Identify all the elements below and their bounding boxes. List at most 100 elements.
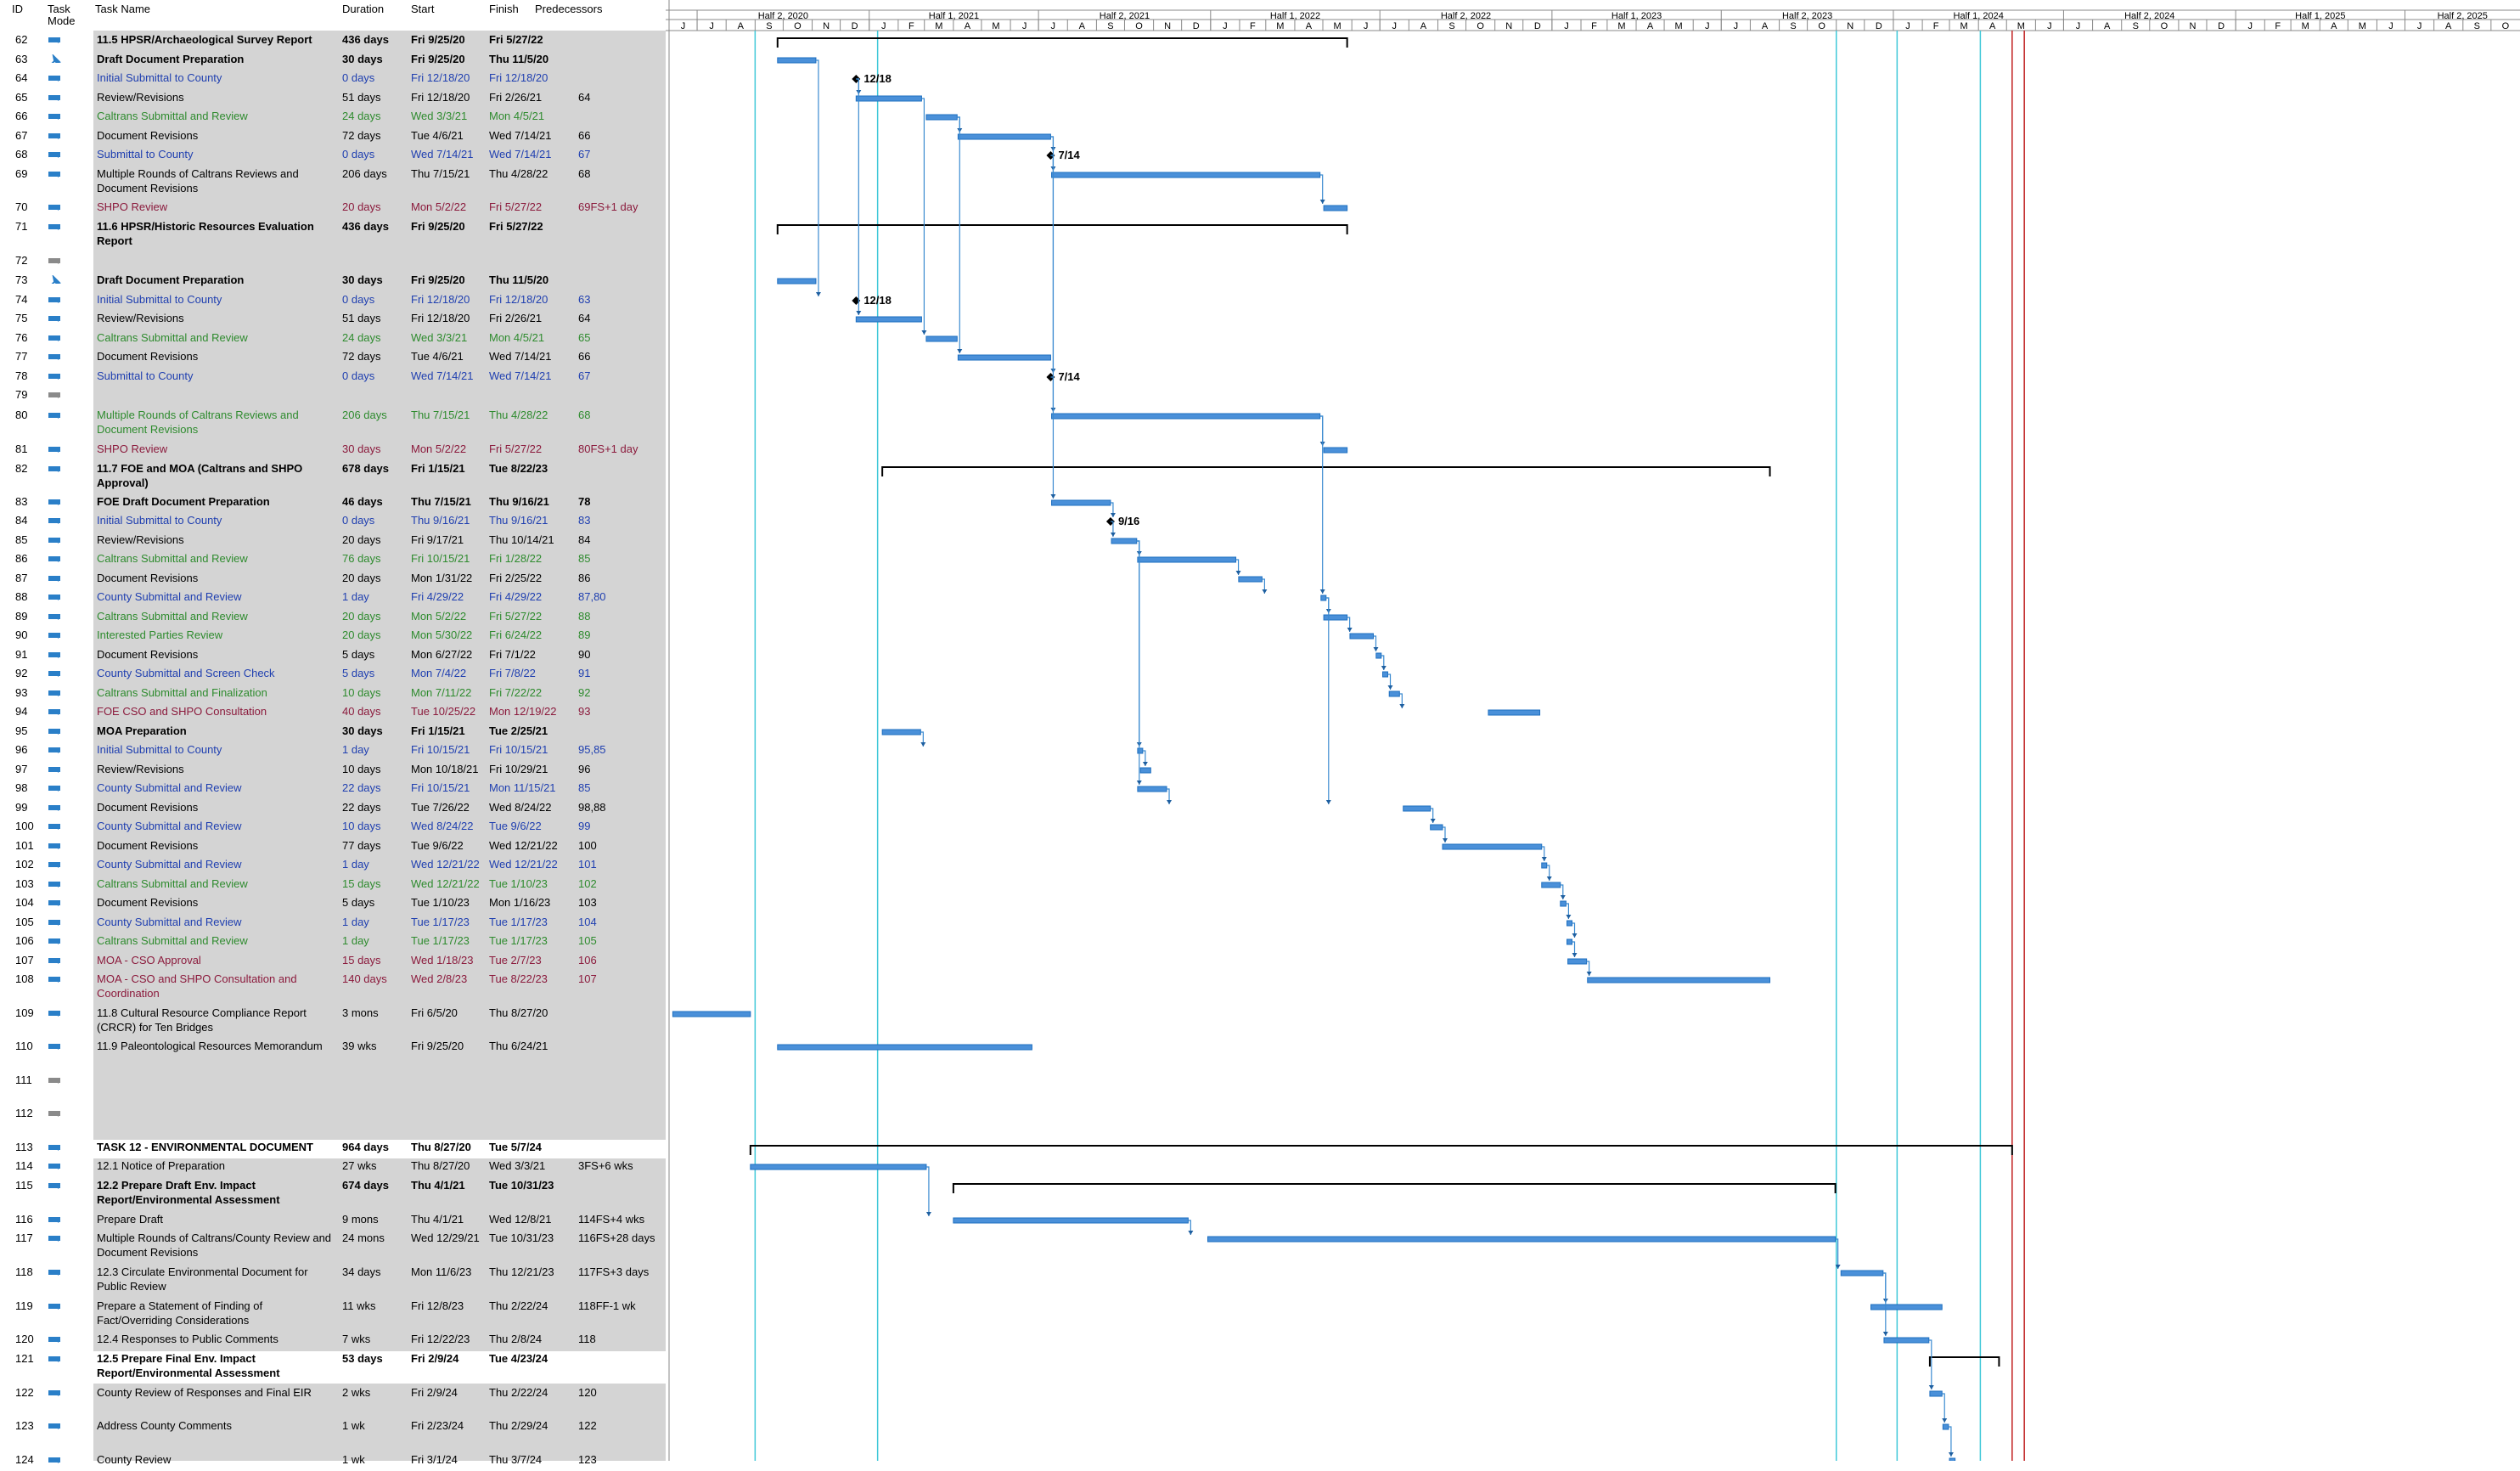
- task-duration[interactable]: 3 mons: [342, 1006, 379, 1020]
- task-predecessors[interactable]: 67: [578, 369, 590, 383]
- task-predecessors[interactable]: 86: [578, 571, 590, 585]
- task-name[interactable]: County Submittal and Screen Check: [97, 666, 338, 680]
- task-duration[interactable]: 15 days: [342, 953, 381, 967]
- task-predecessors[interactable]: 68: [578, 408, 590, 422]
- task-duration[interactable]: 20 days: [342, 533, 381, 547]
- task-start[interactable]: Mon 7/4/22: [411, 666, 466, 680]
- task-name[interactable]: Caltrans Submittal and Review: [97, 109, 338, 123]
- task-duration[interactable]: 10 days: [342, 685, 381, 700]
- task-name[interactable]: Multiple Rounds of Caltrans Reviews and …: [97, 408, 338, 437]
- task-start[interactable]: Thu 7/15/21: [411, 166, 470, 181]
- task-name[interactable]: Initial Submittal to County: [97, 513, 338, 527]
- task-duration[interactable]: 20 days: [342, 571, 381, 585]
- task-finish[interactable]: Fri 5/27/22: [489, 32, 543, 47]
- table-row[interactable]: 99 Document Revisions 22 days Tue 7/26/22 We…: [0, 800, 666, 819]
- header-id[interactable]: ID: [12, 3, 23, 15]
- task-name[interactable]: 12.2 Prepare Draft Env. Impact Report/En…: [97, 1178, 338, 1207]
- task-duration[interactable]: 77 days: [342, 838, 381, 853]
- task-start[interactable]: Wed 8/24/22: [411, 819, 473, 833]
- task-predecessors[interactable]: 105: [578, 933, 597, 948]
- task-duration[interactable]: 15 days: [342, 876, 381, 891]
- table-row[interactable]: 71 11.6 HPSR/Historic Resources Evaluatio…: [0, 219, 666, 251]
- table-row[interactable]: 68 Submittal to County 0 days Wed 7/14/21 We…: [0, 147, 666, 166]
- task-predecessors[interactable]: 3FS+6 wks: [578, 1158, 633, 1173]
- table-row[interactable]: 65 Review/Revisions 51 days Fri 12/18/20 Fri…: [0, 90, 666, 109]
- task-finish[interactable]: Fri 5/27/22: [489, 200, 542, 214]
- task-name[interactable]: County Review: [97, 1452, 338, 1467]
- task-duration[interactable]: 5 days: [342, 647, 374, 662]
- task-duration[interactable]: 20 days: [342, 200, 381, 214]
- task-finish[interactable]: Thu 11/5/20: [489, 52, 548, 66]
- task-name[interactable]: 11.7 FOE and MOA (Caltrans and SHPO Appr…: [97, 461, 338, 490]
- task-predecessors[interactable]: 122: [578, 1418, 597, 1433]
- task-start[interactable]: Fri 2/9/24: [411, 1351, 458, 1366]
- task-finish[interactable]: Thu 4/28/22: [489, 408, 548, 422]
- task-finish[interactable]: Thu 2/8/24: [489, 1332, 542, 1346]
- task-predecessors[interactable]: 66: [578, 128, 590, 143]
- task-start[interactable]: Fri 12/22/23: [411, 1332, 470, 1346]
- table-row[interactable]: 114 12.1 Notice of Preparation 27 wks Thu 8…: [0, 1158, 666, 1177]
- task-finish[interactable]: Fri 10/15/21: [489, 742, 548, 757]
- table-row[interactable]: 113 TASK 12 - ENVIRONMENTAL DOCUMENT 964 d…: [0, 1140, 666, 1158]
- task-duration[interactable]: 674 days: [342, 1178, 389, 1192]
- task-predecessors[interactable]: 99: [578, 819, 590, 833]
- task-finish[interactable]: Mon 1/16/23: [489, 895, 550, 910]
- task-duration[interactable]: 678 days: [342, 461, 389, 476]
- task-predecessors[interactable]: 87,80: [578, 589, 606, 604]
- task-name[interactable]: Document Revisions: [97, 800, 338, 814]
- task-duration[interactable]: 7 wks: [342, 1332, 370, 1346]
- task-name[interactable]: Document Revisions: [97, 571, 338, 585]
- table-row[interactable]: 111: [0, 1073, 666, 1105]
- task-start[interactable]: Fri 9/25/20: [411, 32, 465, 47]
- task-name[interactable]: Address County Comments: [97, 1418, 338, 1433]
- task-name[interactable]: 11.5 HPSR/Archaeological Survey Report: [97, 32, 338, 47]
- task-finish[interactable]: Wed 3/3/21: [489, 1158, 545, 1173]
- header-duration[interactable]: Duration: [342, 3, 384, 15]
- table-row[interactable]: 119 Prepare a Statement of Finding of Fac…: [0, 1299, 666, 1331]
- table-row[interactable]: 84 Initial Submittal to County 0 days Thu 9…: [0, 513, 666, 532]
- table-row[interactable]: 96 Initial Submittal to County 1 day Fri 10…: [0, 742, 666, 761]
- task-start[interactable]: Fri 9/25/20: [411, 273, 465, 287]
- task-name[interactable]: 12.1 Notice of Preparation: [97, 1158, 338, 1173]
- task-start[interactable]: Thu 8/27/20: [411, 1158, 470, 1173]
- task-duration[interactable]: 0 days: [342, 369, 374, 383]
- task-duration[interactable]: 72 days: [342, 349, 381, 364]
- table-row[interactable]: 116 Prepare Draft 9 mons Thu 4/1/21 Wed 12/8…: [0, 1212, 666, 1231]
- task-duration[interactable]: 2 wks: [342, 1385, 370, 1400]
- task-finish[interactable]: Tue 2/7/23: [489, 953, 542, 967]
- task-start[interactable]: Fri 9/25/20: [411, 219, 465, 234]
- table-row[interactable]: 88 County Submittal and Review 1 day Fri 4/…: [0, 589, 666, 608]
- task-predecessors[interactable]: 64: [578, 311, 590, 325]
- task-start[interactable]: Mon 7/11/22: [411, 685, 471, 700]
- task-name[interactable]: SHPO Review: [97, 442, 338, 456]
- task-finish[interactable]: Wed 12/8/21: [489, 1212, 551, 1226]
- task-finish[interactable]: Tue 1/17/23: [489, 915, 548, 929]
- table-row[interactable]: 66 Caltrans Submittal and Review 24 days We…: [0, 109, 666, 127]
- task-duration[interactable]: 30 days: [342, 724, 383, 738]
- task-duration[interactable]: 1 day: [342, 589, 369, 604]
- task-finish[interactable]: Fri 1/28/22: [489, 551, 542, 566]
- task-start[interactable]: Mon 11/6/23: [411, 1265, 471, 1279]
- task-predecessors[interactable]: 104: [578, 915, 597, 929]
- task-name[interactable]: Multiple Rounds of Caltrans/County Revie…: [97, 1231, 338, 1260]
- task-predecessors[interactable]: 67: [578, 147, 590, 161]
- task-duration[interactable]: 51 days: [342, 311, 381, 325]
- task-finish[interactable]: Tue 1/17/23: [489, 933, 548, 948]
- table-row[interactable]: 109 11.8 Cultural Resource Compliance Rep…: [0, 1006, 666, 1038]
- task-name[interactable]: Draft Document Preparation: [97, 273, 338, 287]
- task-duration[interactable]: 39 wks: [342, 1039, 376, 1053]
- task-predecessors[interactable]: 93: [578, 704, 590, 719]
- task-duration[interactable]: 40 days: [342, 704, 381, 719]
- task-finish[interactable]: Tue 8/22/23: [489, 972, 548, 986]
- task-start[interactable]: Mon 5/2/22: [411, 442, 466, 456]
- task-name[interactable]: MOA - CSO Approval: [97, 953, 338, 967]
- table-row[interactable]: 75 Review/Revisions 51 days Fri 12/18/20 Fri…: [0, 311, 666, 330]
- task-finish[interactable]: Wed 7/14/21: [489, 349, 551, 364]
- table-row[interactable]: 106 Caltrans Submittal and Review 1 day Tue…: [0, 933, 666, 952]
- task-start[interactable]: Mon 5/30/22: [411, 628, 472, 642]
- table-row[interactable]: 103 Caltrans Submittal and Review 15 days W…: [0, 876, 666, 895]
- task-finish[interactable]: Thu 8/27/20: [489, 1006, 548, 1020]
- task-start[interactable]: Mon 1/31/22: [411, 571, 472, 585]
- task-duration[interactable]: 10 days: [342, 819, 381, 833]
- table-row[interactable]: 67 Document Revisions 72 days Tue 4/6/21 Wed…: [0, 128, 666, 147]
